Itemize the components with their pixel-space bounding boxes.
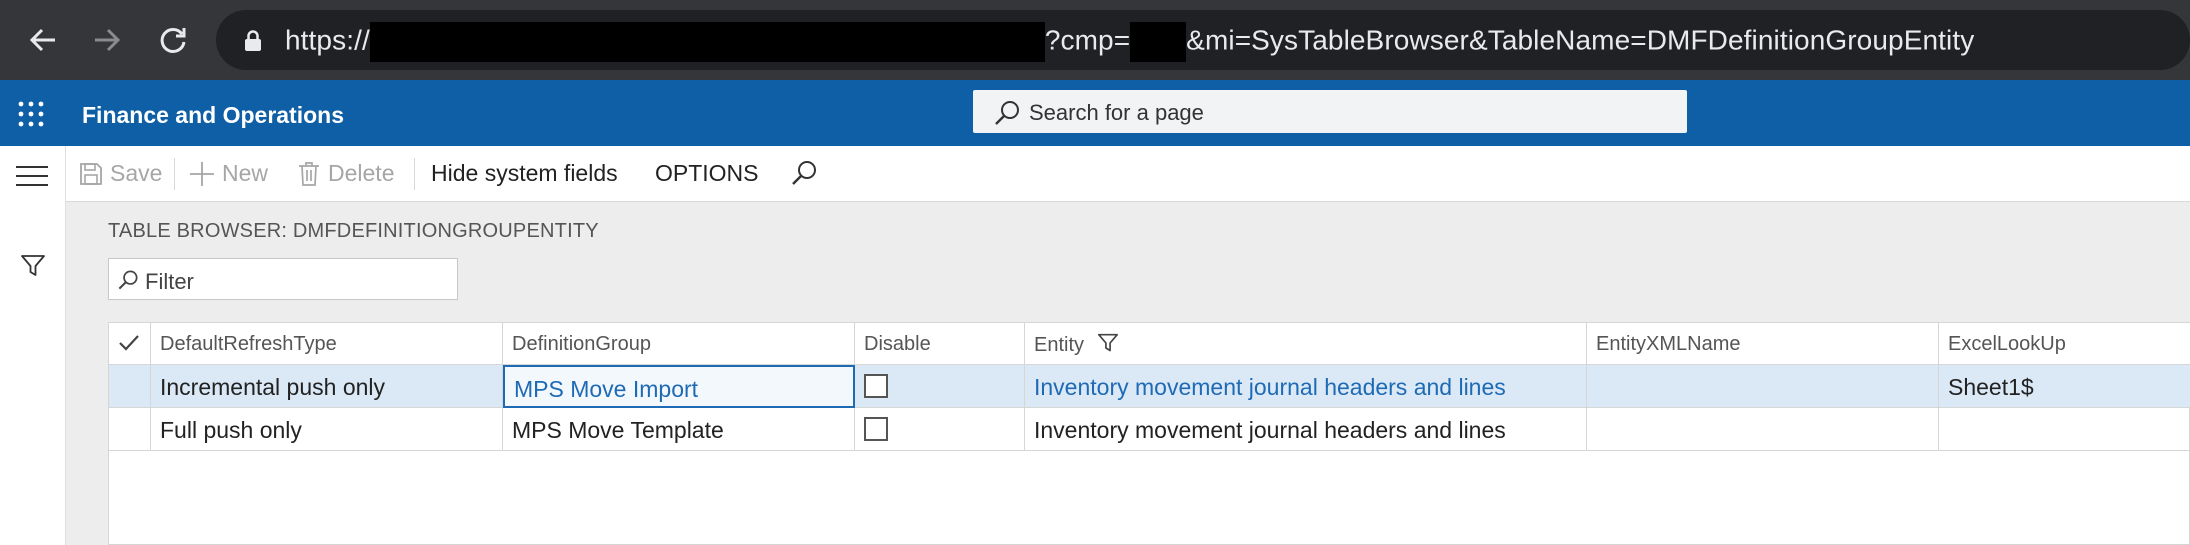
url-scheme: https://: [285, 24, 370, 56]
checkmark-icon: [119, 335, 139, 351]
reload-button[interactable]: [148, 14, 198, 66]
navigation-rail: [0, 146, 66, 545]
save-label: Save: [110, 160, 163, 186]
reload-icon: [160, 27, 186, 53]
app-launcher-icon: [18, 101, 44, 127]
page-title: TABLE BROWSER: DMFDEFINITIONGROUPENTITY: [108, 220, 599, 242]
column-header-entityxmlname[interactable]: EntityXMLName: [1587, 323, 1939, 365]
disable-checkbox[interactable]: [864, 417, 888, 441]
filter-funnel-icon: [1097, 333, 1118, 352]
row-selector[interactable]: [109, 408, 151, 451]
search-icon: [118, 270, 138, 290]
delete-label: Delete: [328, 160, 395, 186]
filter-pane-button[interactable]: [21, 254, 45, 283]
url-text: https:// ?cmp= &mi=SysTableBrowser&TableNa…: [285, 22, 1974, 62]
grid-filter-input[interactable]: Filter: [108, 258, 458, 300]
find-button[interactable]: [790, 159, 818, 192]
app-launcher-button[interactable]: [18, 101, 44, 132]
back-arrow-icon: [29, 28, 55, 52]
forward-button[interactable]: [82, 14, 132, 66]
new-button[interactable]: New: [190, 160, 268, 187]
cell-entity[interactable]: Inventory movement journal headers and l…: [1025, 365, 1587, 408]
search-icon: [792, 161, 816, 185]
divider: [414, 158, 415, 190]
page-content: TABLE BROWSER: DMFDEFINITIONGROUPENTITY …: [66, 202, 2190, 545]
delete-button[interactable]: Delete: [298, 160, 394, 187]
row-selector[interactable]: [109, 365, 151, 408]
app-header: Finance and Operations Search for a page: [0, 80, 2190, 146]
options-button[interactable]: OPTIONS: [655, 160, 759, 187]
cell-entity[interactable]: Inventory movement journal headers and l…: [1025, 408, 1587, 451]
url-query-tail: &mi=SysTableBrowser&TableName=DMFDefinit…: [1186, 24, 1975, 56]
filter-placeholder: Filter: [145, 269, 194, 294]
column-header-defaultrefreshtype[interactable]: DefaultRefreshType: [151, 323, 503, 365]
navigation-menu-button[interactable]: [16, 165, 48, 192]
cell-disable[interactable]: [855, 365, 1025, 408]
page-search-input[interactable]: Search for a page: [973, 90, 1687, 133]
browser-toolbar: https:// ?cmp= &mi=SysTableBrowser&TableNa…: [0, 0, 2190, 80]
redacted-company: [1130, 22, 1187, 62]
cell-entityxmlname[interactable]: [1587, 408, 1939, 451]
app-title[interactable]: Finance and Operations: [82, 102, 344, 129]
back-button[interactable]: [18, 14, 68, 66]
cell-entityxmlname[interactable]: [1587, 365, 1939, 408]
column-header-disable[interactable]: Disable: [855, 323, 1025, 365]
search-placeholder: Search for a page: [1029, 100, 1204, 125]
hide-system-fields-button[interactable]: Hide system fields: [431, 160, 618, 187]
action-pane: Save New Delete Hide system fields OPTIO…: [66, 146, 2190, 202]
cell-definitiongroup[interactable]: MPS Move Import: [503, 365, 855, 408]
records-grid: DefaultRefreshType DefinitionGroup Disab…: [108, 322, 2190, 545]
column-header-definitiongroup[interactable]: DefinitionGroup: [503, 323, 855, 365]
divider: [174, 158, 175, 190]
select-all-column-header[interactable]: [109, 323, 151, 365]
lock-icon: [245, 30, 261, 51]
plus-icon: [190, 161, 214, 186]
disable-checkbox[interactable]: [864, 374, 888, 398]
redacted-host: [369, 22, 1045, 62]
new-label: New: [222, 160, 269, 186]
cell-defaultrefreshtype[interactable]: Full push only: [151, 408, 503, 451]
save-icon: [80, 162, 102, 185]
column-header-entity-label: Entity: [1034, 334, 1085, 356]
url-query-cmp: ?cmp=: [1044, 24, 1131, 56]
filter-funnel-icon: [21, 255, 45, 276]
column-header-excellookup[interactable]: ExcelLookUp: [1939, 323, 2190, 365]
column-header-entity[interactable]: Entity: [1025, 323, 1587, 365]
cell-disable[interactable]: [855, 408, 1025, 451]
cell-excellookup[interactable]: [1939, 408, 2190, 451]
save-button[interactable]: Save: [80, 160, 162, 187]
hamburger-menu-icon: [16, 166, 48, 186]
cell-excellookup[interactable]: Sheet1$: [1939, 365, 2190, 408]
search-icon: [995, 101, 1019, 125]
cell-definitiongroup[interactable]: MPS Move Template: [503, 408, 855, 451]
cell-defaultrefreshtype[interactable]: Incremental push only: [151, 365, 503, 408]
forward-arrow-icon: [95, 28, 121, 52]
trash-icon: [299, 161, 319, 186]
